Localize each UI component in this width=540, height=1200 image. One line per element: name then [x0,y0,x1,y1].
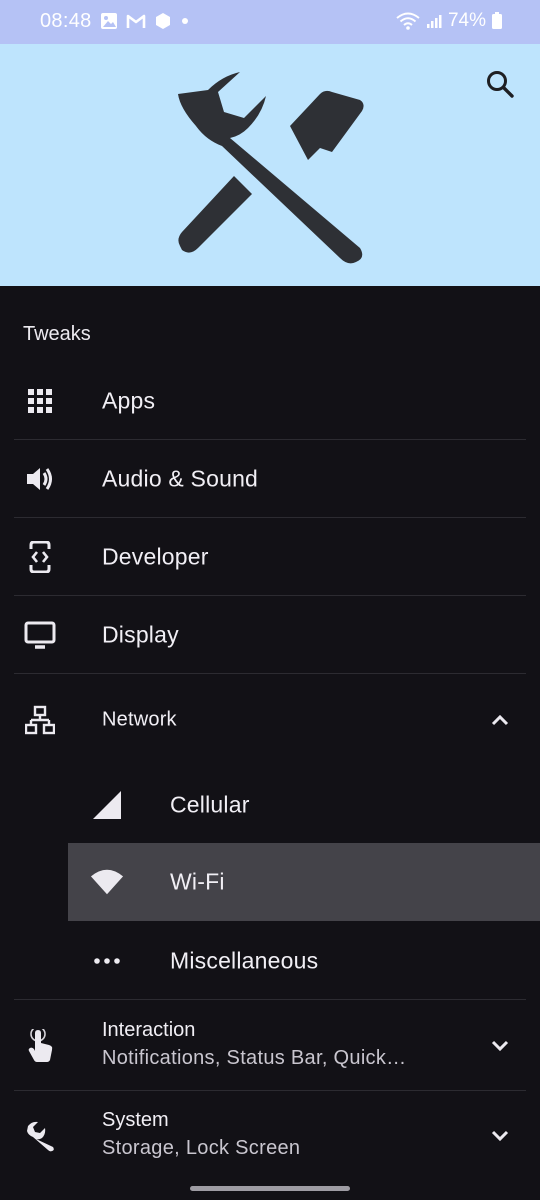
tools-icon [178,72,364,264]
list-item-developer[interactable]: Developer [0,518,540,596]
sub-item-miscellaneous[interactable]: Miscellaneous [0,922,540,1000]
system-status: 74% [396,10,502,32]
item-subtitle: Storage, Lock Screen [102,1137,301,1159]
divider [14,673,526,674]
tweaks-list: Tweaks Apps Audio & Sound Developer Disp… [0,286,540,1200]
battery-percent: 74% [447,10,486,31]
item-label: Apps [102,387,156,414]
app-notification-icon [156,13,170,29]
wifi-icon [90,865,124,899]
section-title: Tweaks [23,323,91,345]
notification-icons [100,12,190,30]
item-label: Network [102,708,177,731]
list-item-interaction[interactable]: Interaction Notifications, Status Bar, Q… [0,1001,540,1091]
item-title: System [102,1109,169,1131]
wrench-icon [24,1120,56,1152]
item-subtitle: Notifications, Status Bar, Quick… [102,1047,407,1069]
sub-item-label: Wi-Fi [170,868,225,895]
list-item-network[interactable]: Network [0,681,540,759]
more-horiz-icon [90,944,124,978]
search-icon[interactable] [484,68,516,100]
sub-item-wifi[interactable]: Wi-Fi [68,843,540,921]
signal-cellular-icon [90,788,124,822]
list-item-apps[interactable]: Apps [0,362,540,440]
item-title: Interaction [102,1019,196,1041]
developer-mode-icon [24,541,56,573]
status-bar: 08:48 74% [0,0,540,44]
sub-item-label: Miscellaneous [170,947,319,974]
chevron-down-icon[interactable] [488,1124,512,1148]
chevron-up-icon[interactable] [488,708,512,732]
list-item-audio-sound[interactable]: Audio & Sound [0,440,540,518]
list-item-system[interactable]: System Storage, Lock Screen [0,1091,540,1181]
chevron-down-icon[interactable] [488,1034,512,1058]
item-label: Audio & Sound [102,465,259,492]
dot-icon [182,18,188,24]
volume-icon [24,463,56,495]
signal-icon [426,15,442,28]
apps-grid-icon [24,385,56,417]
wifi-status-icon [396,12,420,30]
gesture-nav-handle[interactable] [190,1186,350,1191]
divider [14,999,526,1000]
status-time: 08:48 [40,10,92,32]
gmail-icon [126,14,146,28]
gallery-icon [101,13,117,29]
sub-item-label: Cellular [170,791,250,818]
monitor-icon [24,619,56,651]
item-label: Display [102,621,179,648]
touch-app-icon [24,1029,56,1062]
item-label: Developer [102,543,209,570]
app-header [0,44,540,286]
sub-item-cellular[interactable]: Cellular [0,766,540,844]
network-icon [24,704,56,736]
list-item-display[interactable]: Display [0,596,540,674]
battery-icon [492,12,502,29]
